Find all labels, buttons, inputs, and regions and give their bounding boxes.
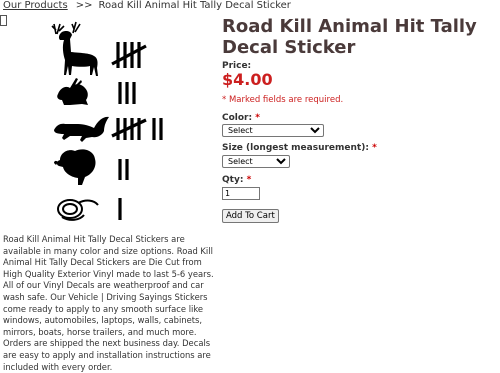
tally-row-squirrel [111, 118, 163, 140]
breadcrumb-current: Road Kill Animal Hit Tally Decal Sticker [98, 0, 291, 11]
qty-label-row: Qty: * [222, 175, 251, 185]
price-value: $4.00 [222, 70, 273, 89]
size-label-row: Size (longest measurement): * [222, 143, 377, 153]
product-description: Road Kill Animal Hit Tally Decal Sticker… [3, 234, 214, 372]
rabbit-icon [57, 78, 88, 105]
qty-required-mark: * [246, 175, 252, 185]
squirrel-icon [54, 116, 109, 142]
product-image [51, 21, 163, 221]
breadcrumb-separator: >> [75, 0, 93, 11]
qty-label: Qty: [222, 175, 244, 185]
tally-row-turkey [118, 159, 129, 180]
snake-icon [57, 199, 99, 221]
page-title: Road Kill Animal Hit Tally Decal Sticker [222, 16, 477, 58]
thumbnail-checkbox[interactable] [0, 15, 7, 26]
required-note: * Marked fields are required. [222, 95, 344, 105]
color-select[interactable]: Select [222, 124, 324, 137]
deer-icon [51, 21, 98, 76]
color-required-mark: * [255, 113, 260, 123]
color-label: Color: [222, 113, 253, 123]
tally-row-rabbit [118, 82, 136, 104]
size-label: Size (longest measurement): [222, 143, 369, 153]
qty-input[interactable] [222, 187, 260, 200]
size-select[interactable]: Select [222, 155, 290, 168]
add-to-cart-button[interactable]: Add To Cart [222, 209, 279, 223]
turkey-icon [54, 149, 96, 185]
breadcrumb: Our Products >> Road Kill Animal Hit Tally… [3, 0, 291, 11]
color-label-row: Color: * [222, 113, 260, 123]
size-required-mark: * [372, 143, 377, 153]
tally-row-deer [111, 42, 147, 68]
breadcrumb-link-our-products[interactable]: Our Products [3, 0, 68, 11]
